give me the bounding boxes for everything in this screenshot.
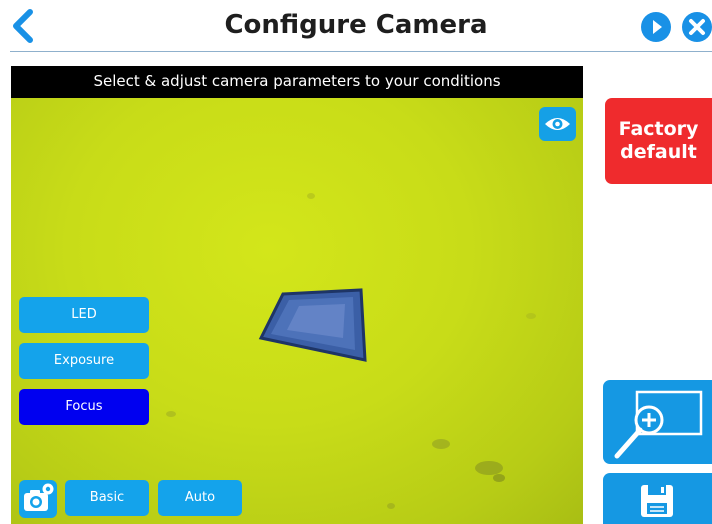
detected-object (258, 288, 367, 362)
header-divider (10, 51, 712, 52)
camera-settings-icon (24, 483, 54, 511)
exposure-button[interactable]: Exposure (19, 343, 149, 379)
save-button[interactable] (603, 473, 712, 524)
preview-toggle-button[interactable] (539, 107, 576, 141)
header-bar: Configure Camera (0, 0, 712, 52)
camera-preview[interactable]: Select & adjust camera parameters to you… (11, 66, 583, 524)
factory-default-label: Factory default (618, 118, 699, 163)
led-button[interactable]: LED (19, 297, 149, 333)
focus-button-label: Focus (65, 399, 103, 414)
exposure-button-label: Exposure (53, 353, 115, 368)
instruction-banner: Select & adjust camera parameters to you… (11, 66, 583, 98)
save-icon (641, 485, 673, 517)
eye-icon (545, 118, 570, 130)
basic-mode-label: Basic (89, 490, 125, 505)
play-button[interactable] (641, 12, 671, 42)
basic-mode-button[interactable]: Basic (65, 480, 149, 516)
zoom-in-icon (614, 390, 703, 459)
close-button[interactable] (682, 12, 712, 42)
zoom-button[interactable] (603, 380, 712, 464)
page-title: Configure Camera (224, 10, 488, 40)
auto-mode-button[interactable]: Auto (158, 480, 242, 516)
auto-mode-label: Auto (184, 490, 216, 505)
factory-default-button[interactable]: Factory default (605, 98, 712, 184)
camera-settings-button[interactable] (19, 480, 57, 518)
focus-button[interactable]: Focus (19, 389, 149, 425)
close-icon (689, 19, 705, 35)
led-button-label: LED (71, 307, 97, 322)
play-icon (653, 20, 662, 34)
